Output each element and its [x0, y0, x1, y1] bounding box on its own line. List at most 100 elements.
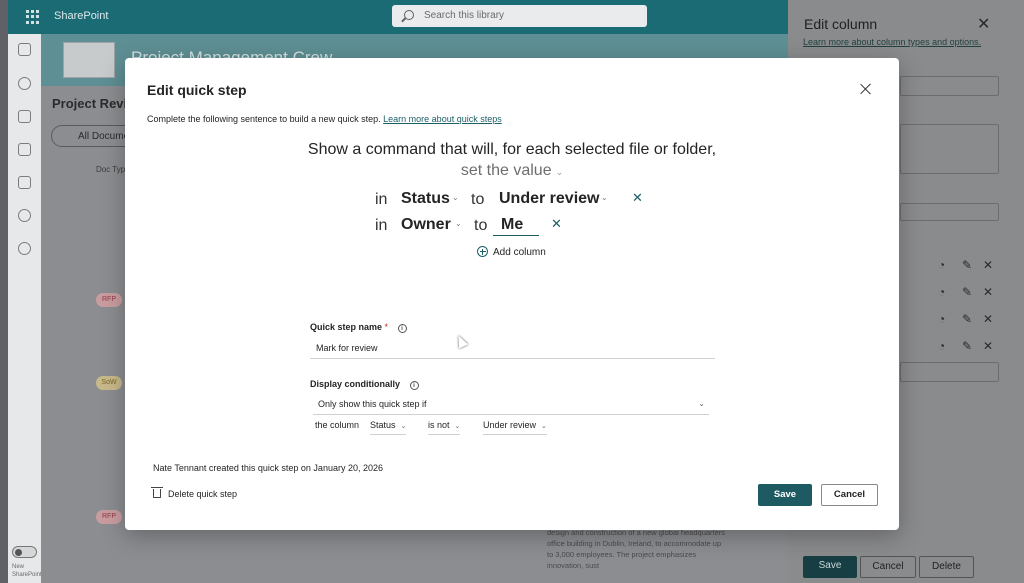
edit-icon[interactable]: ✎ [962, 258, 972, 272]
learn-more-link[interactable]: Learn more about quick steps [383, 114, 502, 124]
create-icon[interactable] [18, 242, 31, 255]
column-picker[interactable]: Owner [401, 216, 451, 234]
close-icon[interactable]: ✕ [977, 14, 990, 34]
search-icon [404, 10, 414, 20]
edit-quick-step-dialog: Edit quick step Complete the following s… [125, 58, 899, 530]
name-label-text: Quick step name [310, 322, 383, 332]
panel-type-dropdown[interactable] [900, 203, 999, 221]
row-description: design and construction of a new global … [547, 528, 726, 570]
doc-type-tag: RFP [96, 293, 122, 307]
condition-value-dropdown[interactable]: Under review ⌄ [483, 420, 547, 435]
choice-row: ◔ ✎ ✕ [938, 312, 1008, 326]
panel-default-dropdown[interactable] [900, 362, 999, 382]
edit-icon[interactable]: ✎ [962, 339, 972, 353]
intro-text: Complete the following sentence to build… [147, 114, 381, 124]
remove-icon[interactable]: ✕ [983, 339, 993, 353]
doc-type-tag: SoW [96, 376, 122, 390]
remove-icon[interactable]: ✕ [983, 312, 993, 326]
choice-row: ◔ ✎ ✕ [938, 339, 1008, 353]
word-in: in [375, 191, 388, 208]
doc-type-tag: RFP [96, 510, 122, 524]
app-launcher-icon[interactable] [26, 10, 40, 24]
column-picker[interactable]: Status [401, 190, 450, 208]
info-icon[interactable]: i [409, 381, 419, 390]
condition-value: Under review [483, 420, 537, 430]
color-icon[interactable]: ◔ [938, 339, 945, 353]
list-icon[interactable] [18, 176, 31, 189]
site-logo [63, 42, 115, 78]
remove-icon[interactable]: ✕ [983, 285, 993, 299]
chevron-down-icon: ⌄ [601, 193, 608, 202]
condition-column-dropdown[interactable]: Status ⌄ [370, 420, 407, 435]
news-icon[interactable] [18, 110, 31, 123]
cancel-button[interactable]: Cancel [821, 484, 878, 506]
delete-quick-step-button[interactable]: Delete quick step [151, 487, 238, 499]
chevron-down-icon: ⌄ [698, 399, 705, 408]
dialog-intro: Complete the following sentence to build… [147, 114, 502, 124]
page-title: Project Revi [52, 96, 128, 111]
trash-icon [151, 487, 163, 498]
quick-step-name-input[interactable]: Mark for review [310, 337, 715, 359]
color-icon[interactable]: ◔ [938, 258, 945, 272]
condition-column: Status [370, 420, 396, 430]
suite-title[interactable]: SharePoint [54, 10, 108, 22]
panel-delete-button[interactable]: Delete [919, 556, 974, 578]
edit-icon[interactable]: ✎ [962, 285, 972, 299]
panel-cancel-button[interactable]: Cancel [860, 556, 916, 578]
panel-title: Edit column [804, 16, 878, 32]
close-icon[interactable] [859, 82, 873, 96]
globe-icon[interactable] [18, 77, 31, 90]
display-condition-dropdown[interactable]: Only show this quick step if ⌄ [313, 397, 709, 415]
add-column-label: Add column [493, 247, 546, 258]
left-rail: New SharePoint [8, 34, 42, 583]
panel-help-link[interactable]: Learn more about column types and option… [803, 37, 981, 47]
action-label: set the value [460, 162, 552, 179]
chevron-down-icon: ⌄ [400, 423, 407, 430]
created-info: Nate Tennant created this quick step on … [153, 463, 383, 473]
panel-save-button[interactable]: Save [803, 556, 857, 578]
search-placeholder: Search this library [424, 10, 505, 21]
info-icon[interactable]: i [397, 324, 407, 333]
chevron-down-icon: ⌄ [455, 219, 462, 228]
chevron-down-icon: ⌄ [454, 423, 461, 430]
chevron-down-icon: ⌄ [452, 193, 459, 202]
home-icon[interactable] [18, 43, 31, 56]
color-icon[interactable]: ◔ [938, 285, 945, 299]
chevron-down-icon: ⌄ [541, 423, 547, 430]
remove-assignment-icon[interactable]: ✕ [551, 216, 562, 232]
new-sharepoint-toggle[interactable] [12, 546, 37, 558]
condition-operator: is not [428, 420, 450, 430]
action-dropdown[interactable]: set the value ⌄ [125, 162, 899, 180]
color-icon[interactable]: ◔ [938, 312, 945, 326]
add-column-button[interactable]: Add column [477, 246, 546, 258]
remove-icon[interactable]: ✕ [983, 258, 993, 272]
display-conditionally-label: Display conditionally i [310, 379, 419, 390]
chevron-down-icon: ⌄ [555, 167, 564, 177]
dialog-title: Edit quick step [147, 82, 247, 98]
word-to: to [474, 217, 488, 234]
remove-assignment-icon[interactable]: ✕ [632, 190, 643, 206]
search-box[interactable]: Search this library [392, 5, 647, 27]
required-mark: * [384, 322, 389, 332]
panel-name-field[interactable] [900, 76, 999, 96]
value-picker[interactable]: Under review [499, 190, 599, 208]
value-text: Me [501, 216, 524, 233]
toggle-label: New SharePoint [12, 564, 42, 578]
suite-bar: SharePoint Search this library [8, 0, 788, 34]
display-option: Only show this quick step if [318, 399, 427, 409]
sentence-text: Show a command that will, for each selec… [307, 141, 717, 158]
display-label-text: Display conditionally [310, 379, 401, 389]
edit-icon[interactable]: ✎ [962, 312, 972, 326]
save-button[interactable]: Save [758, 484, 812, 506]
condition-operator-dropdown[interactable]: is not ⌄ [428, 420, 461, 435]
assignment-row: in Owner ⌄ to Me ✕ [375, 214, 645, 238]
choice-row: ◔ ✎ ✕ [938, 258, 1008, 272]
panel-description-field[interactable] [900, 124, 999, 174]
word-in: in [375, 217, 388, 234]
assignment-row: in Status ⌄ to Under review ⌄ ✕ [375, 188, 645, 212]
delete-label: Delete quick step [168, 489, 238, 499]
file-icon[interactable] [18, 143, 31, 156]
word-to: to [471, 191, 485, 208]
column-header-doc-type[interactable]: Doc Typ [96, 165, 125, 174]
activity-icon[interactable] [18, 209, 31, 222]
